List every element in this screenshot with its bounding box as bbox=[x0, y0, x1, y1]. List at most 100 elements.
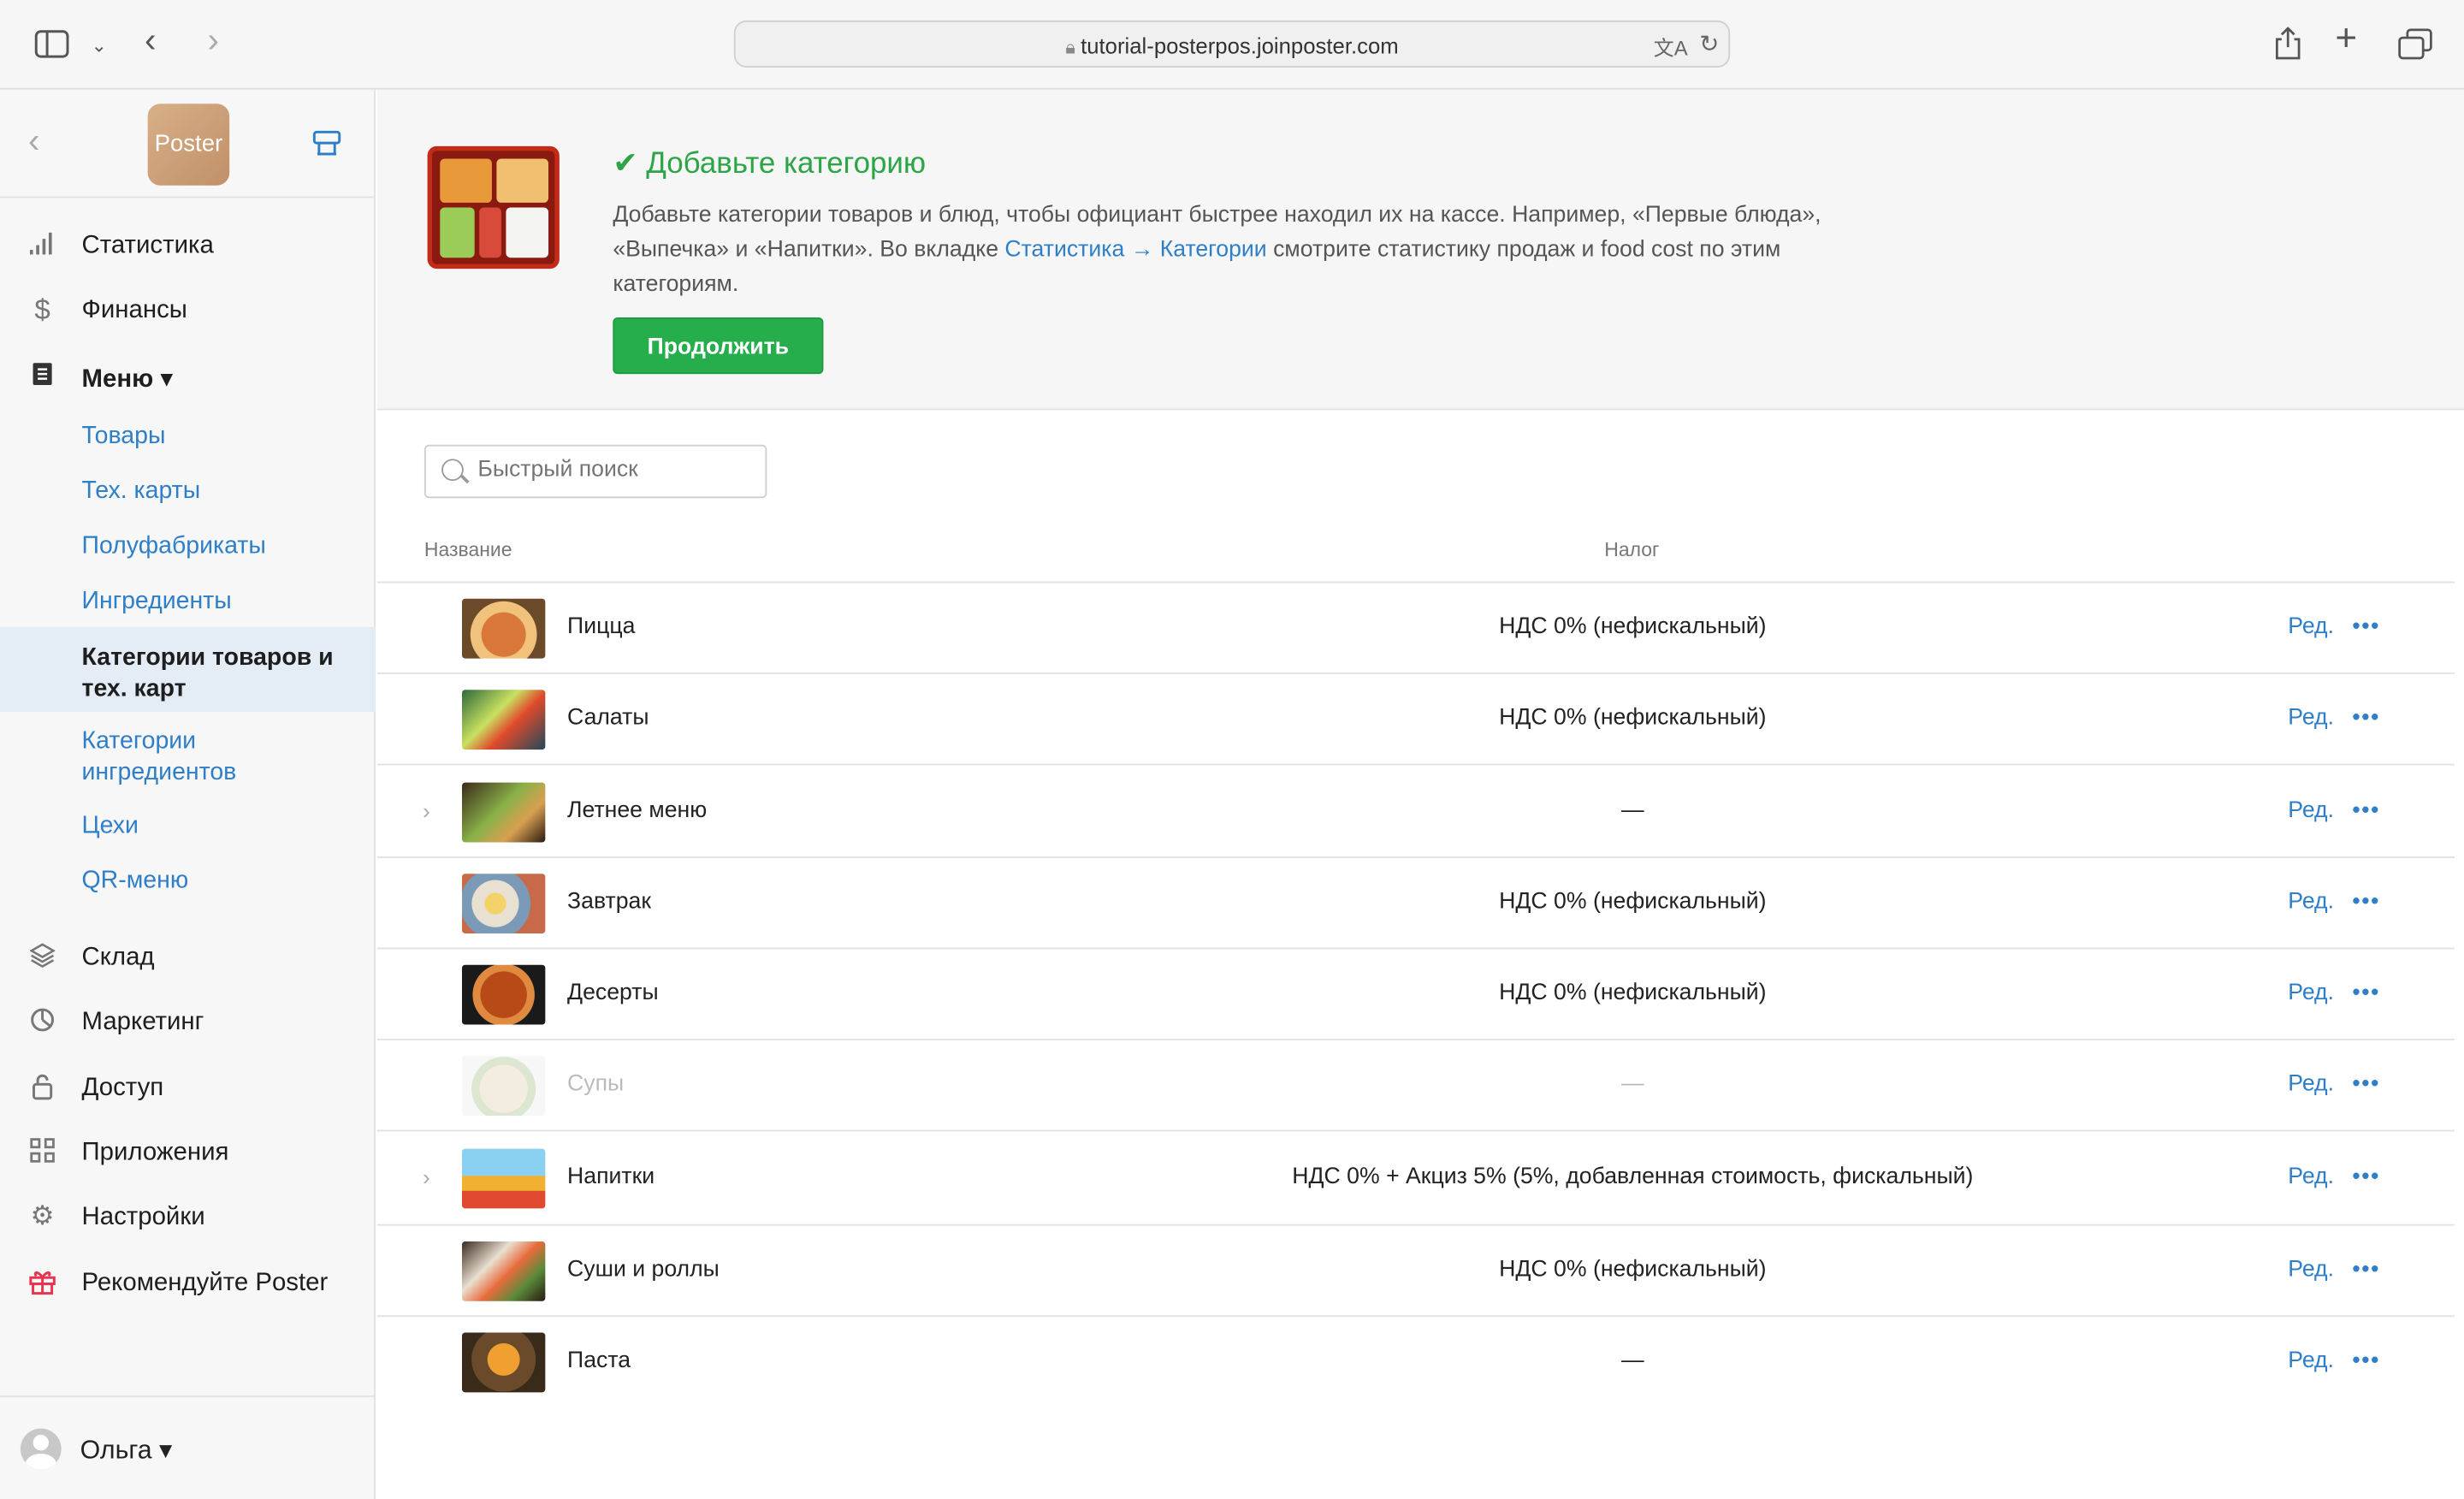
category-name[interactable]: Салаты bbox=[567, 706, 649, 731]
category-name[interactable]: Десерты bbox=[567, 981, 659, 1005]
nav-recommend[interactable]: Рекомендуйте Poster bbox=[0, 1256, 376, 1312]
more-actions-icon[interactable]: ••• bbox=[2353, 796, 2381, 821]
more-actions-icon[interactable]: ••• bbox=[2353, 1347, 2381, 1372]
chevron-down-icon[interactable]: ⌄ bbox=[92, 32, 107, 60]
nav-label: Финансы bbox=[81, 297, 187, 324]
nav-semi-finished[interactable]: Полуфабрикаты bbox=[82, 531, 266, 563]
nav-label: Рекомендуйте Poster bbox=[81, 1270, 329, 1297]
more-actions-icon[interactable]: ••• bbox=[2353, 704, 2381, 729]
new-tab-icon[interactable]: + bbox=[2335, 20, 2357, 57]
category-name[interactable]: Суши и роллы bbox=[567, 1257, 720, 1282]
nav-statistics[interactable]: Статистика bbox=[0, 218, 376, 275]
nav-warehouse[interactable]: Склад bbox=[0, 930, 376, 986]
more-actions-icon[interactable]: ••• bbox=[2353, 1256, 2381, 1281]
divider bbox=[0, 1395, 376, 1397]
logo[interactable]: Poster bbox=[147, 104, 230, 186]
category-thumbnail bbox=[461, 1056, 546, 1117]
more-actions-icon[interactable]: ••• bbox=[2353, 1163, 2381, 1188]
column-header-tax: Налог bbox=[1604, 538, 1660, 561]
category-tax: НДС 0% (нефискальный) bbox=[1499, 614, 1767, 640]
nav-label: Склад bbox=[81, 944, 155, 972]
pos-terminal-icon[interactable] bbox=[311, 129, 343, 165]
continue-button[interactable]: Продолжить bbox=[613, 317, 824, 375]
category-thumbnail bbox=[461, 1148, 546, 1209]
category-thumbnail bbox=[461, 1332, 546, 1393]
nav-finance[interactable]: $ Финансы bbox=[0, 283, 376, 340]
column-header-name: Название bbox=[424, 538, 512, 561]
category-thumbnail bbox=[461, 964, 546, 1025]
expand-chevron-icon[interactable]: › bbox=[423, 1164, 430, 1189]
expand-chevron-icon[interactable]: › bbox=[423, 797, 430, 822]
more-actions-icon[interactable]: ••• bbox=[2353, 1070, 2381, 1095]
more-actions-icon[interactable]: ••• bbox=[2353, 888, 2381, 913]
category-name[interactable]: Завтрак bbox=[567, 890, 651, 915]
divider bbox=[0, 196, 376, 198]
category-thumbnail bbox=[461, 781, 546, 842]
search-input[interactable] bbox=[477, 457, 745, 483]
translate-icon[interactable]: 文A bbox=[1654, 32, 1688, 62]
nav-qr-menu[interactable]: QR-меню bbox=[82, 866, 189, 898]
row-soups[interactable]: Супы — Ред. ••• bbox=[376, 1039, 2455, 1130]
edit-link[interactable]: Ред. bbox=[2288, 1164, 2334, 1189]
nav-tech-cards[interactable]: Тех. карты bbox=[82, 477, 201, 508]
quick-search[interactable] bbox=[424, 444, 767, 499]
collapse-sidebar-icon[interactable]: ‹ bbox=[28, 121, 39, 162]
edit-link[interactable]: Ред. bbox=[2288, 1257, 2334, 1282]
category-tax: — bbox=[1621, 797, 1644, 823]
nav-menu[interactable]: Меню ▾ bbox=[0, 349, 376, 406]
row-sushi[interactable]: Суши и роллы НДС 0% (нефискальный) Ред. ••• bbox=[376, 1223, 2455, 1316]
category-tax: — bbox=[1621, 1071, 1644, 1098]
nav-access[interactable]: Доступ bbox=[0, 1061, 376, 1117]
nav-label: Маркетинг bbox=[81, 1009, 204, 1036]
category-tax: — bbox=[1621, 1348, 1644, 1374]
category-name[interactable]: Напитки bbox=[567, 1164, 654, 1189]
user-name[interactable]: Ольга ▾ bbox=[80, 1435, 173, 1466]
more-actions-icon[interactable]: ••• bbox=[2353, 613, 2381, 637]
nav-ingredients[interactable]: Ингредиенты bbox=[82, 586, 232, 618]
edit-link[interactable]: Ред. bbox=[2288, 890, 2334, 915]
edit-link[interactable]: Ред. bbox=[2288, 981, 2334, 1005]
sidebar-toggle-icon[interactable] bbox=[34, 30, 69, 63]
row-pasta[interactable]: Паста — Ред. ••• bbox=[376, 1315, 2455, 1407]
nav-label: Категории товаров и тех. карт bbox=[81, 644, 334, 703]
nav-product-categories[interactable]: Категории товаров и тех. карт bbox=[0, 626, 376, 713]
edit-link[interactable]: Ред. bbox=[2288, 1072, 2334, 1097]
grid-icon bbox=[28, 1138, 56, 1166]
sidebar: ‹ Poster Статистика $ Финансы Меню ▾ Тов… bbox=[0, 89, 376, 1499]
row-summer-menu[interactable]: › Летнее меню — Ред. ••• bbox=[376, 763, 2455, 856]
reload-icon[interactable]: ↻ bbox=[1699, 30, 1719, 58]
category-thumbnail bbox=[461, 874, 546, 933]
category-name[interactable]: Паста bbox=[567, 1348, 631, 1373]
forward-icon[interactable]: › bbox=[207, 23, 218, 57]
gear-icon: ⚙ bbox=[30, 1200, 55, 1231]
edit-link[interactable]: Ред. bbox=[2288, 706, 2334, 731]
edit-link[interactable]: Ред. bbox=[2288, 614, 2334, 639]
address-bar[interactable]: 🔒︎ tutorial-posterpos.joinposter.com 文A … bbox=[733, 20, 1731, 68]
statistics-categories-link[interactable]: Статистика → Категории bbox=[1004, 237, 1266, 262]
category-name[interactable]: Супы bbox=[567, 1072, 624, 1097]
edit-link[interactable]: Ред. bbox=[2288, 1348, 2334, 1373]
lock-icon bbox=[28, 1073, 56, 1101]
nav-label: Меню ▾ bbox=[81, 365, 174, 394]
row-desserts[interactable]: Десерты НДС 0% (нефискальный) Ред. ••• bbox=[376, 947, 2455, 1040]
category-name[interactable]: Летнее меню bbox=[567, 797, 707, 822]
row-breakfast[interactable]: Завтрак НДС 0% (нефискальный) Ред. ••• bbox=[376, 856, 2455, 948]
nav-ingredient-categories[interactable]: Категории ингредиентов bbox=[82, 726, 318, 789]
nav-products[interactable]: Товары bbox=[82, 421, 166, 453]
nav-apps[interactable]: Приложения bbox=[0, 1125, 376, 1182]
row-pizza[interactable]: Пицца НДС 0% (нефискальный) Ред. ••• bbox=[376, 581, 2455, 673]
nav-workshops[interactable]: Цехи bbox=[82, 811, 139, 843]
tabs-overview-icon[interactable] bbox=[2398, 28, 2432, 64]
row-salads[interactable]: Салаты НДС 0% (нефискальный) Ред. ••• bbox=[376, 672, 2455, 764]
row-drinks[interactable]: › Напитки НДС 0% + Акциз 5% (5%, добавленн… bbox=[376, 1129, 2455, 1224]
category-tax: НДС 0% (нефискальный) bbox=[1499, 889, 1767, 915]
edit-link[interactable]: Ред. bbox=[2288, 797, 2334, 822]
nav-marketing[interactable]: Маркетинг bbox=[0, 995, 376, 1052]
user-avatar[interactable] bbox=[20, 1428, 62, 1470]
category-name[interactable]: Пицца bbox=[567, 614, 635, 639]
more-actions-icon[interactable]: ••• bbox=[2353, 979, 2381, 1004]
share-icon[interactable] bbox=[2272, 27, 2304, 66]
nav-settings[interactable]: ⚙ Настройки bbox=[0, 1189, 376, 1246]
back-icon[interactable]: ‹ bbox=[145, 23, 156, 57]
url-text: tutorial-posterpos.joinposter.com bbox=[1081, 33, 1399, 58]
